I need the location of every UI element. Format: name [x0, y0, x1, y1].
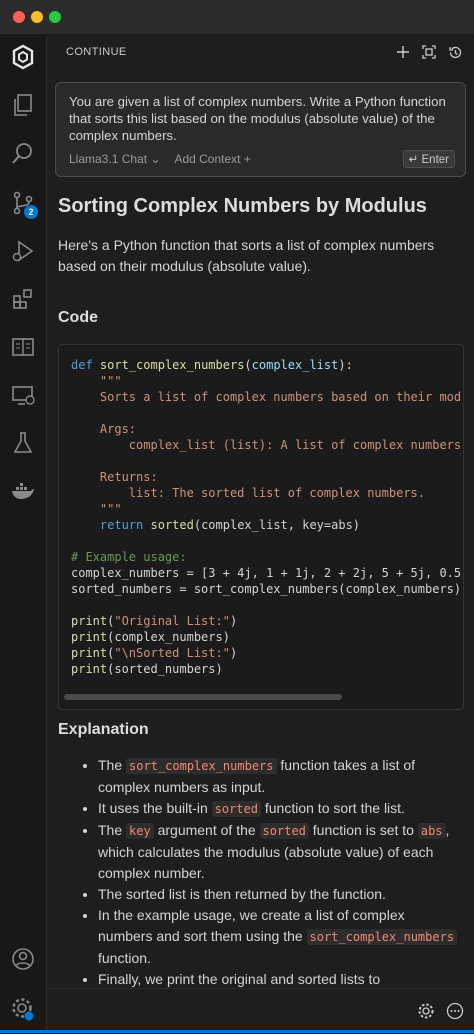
- prompt-input-box[interactable]: You are given a list of complex numbers.…: [55, 82, 466, 177]
- explanation-text: The: [98, 757, 127, 773]
- code-horizontal-scrollbar[interactable]: [64, 694, 342, 700]
- explanation-text: Finally, we print the original and sorte…: [98, 971, 381, 987]
- testing-flask-icon[interactable]: [0, 423, 46, 463]
- add-context-button[interactable]: Add Context +: [174, 152, 250, 166]
- continue-logo-icon[interactable]: [0, 37, 46, 77]
- explanation-item: Finally, we print the original and sorte…: [98, 969, 462, 990]
- book-icon[interactable]: [0, 327, 46, 367]
- search-icon[interactable]: [0, 133, 46, 173]
- response-intro: Here's a Python function that sorts a li…: [58, 237, 435, 274]
- explorer-files-icon[interactable]: [0, 85, 46, 125]
- enter-button[interactable]: ↵ Enter: [402, 150, 455, 168]
- explanation-text: function.: [98, 950, 151, 966]
- continue-panel: CONTINUE You are given a list of complex…: [47, 35, 474, 1034]
- close-window-button[interactable]: [13, 11, 25, 23]
- explanation-text: argument of the: [153, 822, 260, 838]
- response-content: Sorting Complex Numbers by Modulus Here'…: [58, 195, 462, 277]
- explanation-list: The sort_complex_numbers function takes …: [58, 755, 462, 990]
- panel-bottom-bar: [47, 988, 474, 1034]
- maximize-window-button[interactable]: [49, 11, 61, 23]
- history-icon[interactable]: [446, 43, 464, 61]
- minimize-window-button[interactable]: [31, 11, 43, 23]
- inline-code: sorted: [211, 801, 261, 817]
- code-text: def sort_complex_numbers(complex_list): …: [71, 358, 462, 676]
- new-session-icon[interactable]: [394, 43, 412, 61]
- title-bar: [0, 0, 474, 35]
- explanation-text: The: [98, 822, 127, 838]
- more-options-icon[interactable]: [446, 1002, 464, 1020]
- response-title: Sorting Complex Numbers by Modulus: [58, 195, 427, 217]
- explanation-item: The sort_complex_numbers function takes …: [98, 755, 462, 798]
- activity-bar: 2: [0, 35, 47, 1033]
- panel-header: CONTINUE: [47, 35, 474, 69]
- inline-code: abs: [417, 823, 446, 839]
- panel-title: CONTINUE: [66, 46, 127, 58]
- code-block[interactable]: def sort_complex_numbers(complex_list): …: [58, 344, 464, 710]
- model-selector[interactable]: Llama3.1 Chat ⌄: [69, 152, 160, 166]
- prompt-text[interactable]: You are given a list of complex numbers.…: [69, 93, 454, 144]
- explanation-section: Explanation The sort_complex_numbers fun…: [58, 721, 462, 990]
- explanation-item: The sorted list is then returned by the …: [98, 884, 462, 905]
- explanation-text: It uses the built-in: [98, 800, 212, 816]
- account-icon[interactable]: [0, 939, 46, 979]
- inline-code: sort_complex_numbers: [306, 929, 458, 945]
- docker-icon[interactable]: [0, 471, 46, 511]
- source-control-icon[interactable]: 2: [0, 183, 46, 223]
- remote-explorer-icon[interactable]: [0, 375, 46, 415]
- explanation-item: In the example usage, we create a list o…: [98, 905, 462, 969]
- inline-code: key: [126, 823, 154, 839]
- inline-code: sorted: [259, 823, 309, 839]
- explanation-item: It uses the built-in sorted function to …: [98, 798, 462, 820]
- fullscreen-icon[interactable]: [420, 43, 438, 61]
- explanation-heading: Explanation: [58, 721, 149, 738]
- inline-code: sort_complex_numbers: [126, 758, 277, 774]
- run-debug-icon[interactable]: [0, 231, 46, 271]
- explanation-text: The sorted list is then returned by the …: [98, 886, 386, 902]
- extensions-icon[interactable]: [0, 279, 46, 319]
- settings-gear-icon[interactable]: [417, 1002, 435, 1020]
- explanation-item: The key argument of the sorted function …: [98, 820, 462, 884]
- explanation-text: function to sort the list.: [260, 800, 405, 816]
- manage-gear-icon[interactable]: [0, 989, 46, 1029]
- explanation-text: function is set to: [308, 822, 418, 838]
- source-control-badge: 2: [24, 205, 38, 219]
- code-heading: Code: [58, 309, 98, 326]
